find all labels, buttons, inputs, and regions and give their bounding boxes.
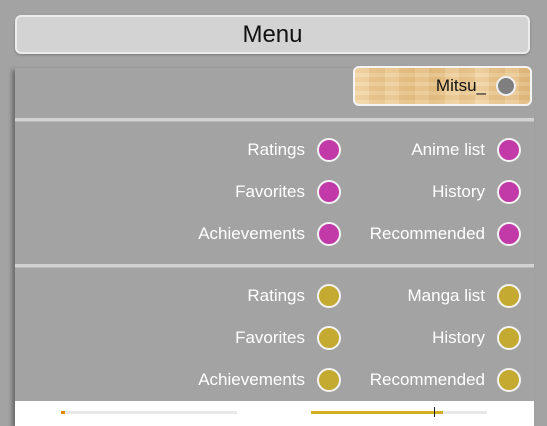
manga-dot-icon [497,284,521,308]
manga-dot-icon [497,326,521,350]
item-label: Ratings [247,140,305,159]
item-label: History [432,182,485,201]
anime-ratings-item[interactable]: Ratings [247,137,341,163]
anime-dot-icon [317,180,341,204]
user-status-icon [496,76,516,96]
manga-progress-fill [311,411,443,414]
item-label: Recommended [369,370,485,389]
manga-history-item[interactable]: History [432,325,521,351]
manga-dot-icon [317,368,341,392]
anime-dot-icon [497,222,521,246]
anime-dot-icon [497,138,521,162]
menu-title-bar: Menu [15,15,530,54]
username: Mitsu_ [435,76,486,95]
manga-progress-marker [434,407,436,417]
anime-recommended-item[interactable]: Recommended [370,221,521,247]
anime-progress-track [61,411,237,414]
section-divider [15,118,534,121]
manga-ratings-item[interactable]: Ratings [247,283,341,309]
anime-dot-icon [317,138,341,162]
section-divider [15,264,534,267]
manga-recommended-item[interactable]: Recommended [370,367,521,393]
menu-title: Menu [242,20,303,48]
item-label: Recommended [369,224,485,243]
item-label: Achievements [198,224,305,243]
item-label: Achievements [198,370,305,389]
item-label: History [432,328,485,347]
anime-favorites-item[interactable]: Favorites [235,179,341,205]
item-label: Anime list [411,140,485,159]
footer-bar [15,401,534,426]
item-label: Ratings [247,286,305,305]
item-label: Manga list [407,286,485,305]
manga-favorites-item[interactable]: Favorites [235,325,341,351]
anime-achievements-item[interactable]: Achievements [198,221,341,247]
manga-dot-icon [317,326,341,350]
manga-progress-track [311,407,487,417]
item-label: Favorites [235,328,305,347]
manga-dot-icon [497,368,521,392]
anime-list-item[interactable]: Anime list [411,137,521,163]
user-profile-button[interactable]: Mitsu_ [353,66,532,106]
anime-dot-icon [497,180,521,204]
menu-screen: Menu Mitsu_ Ratings Anime list Favorites… [0,0,547,426]
anime-progress-fill [61,411,65,414]
manga-list-item[interactable]: Manga list [408,283,521,309]
manga-dot-icon [317,284,341,308]
anime-dot-icon [317,222,341,246]
item-label: Favorites [235,182,305,201]
anime-history-item[interactable]: History [432,179,521,205]
manga-achievements-item[interactable]: Achievements [198,367,341,393]
